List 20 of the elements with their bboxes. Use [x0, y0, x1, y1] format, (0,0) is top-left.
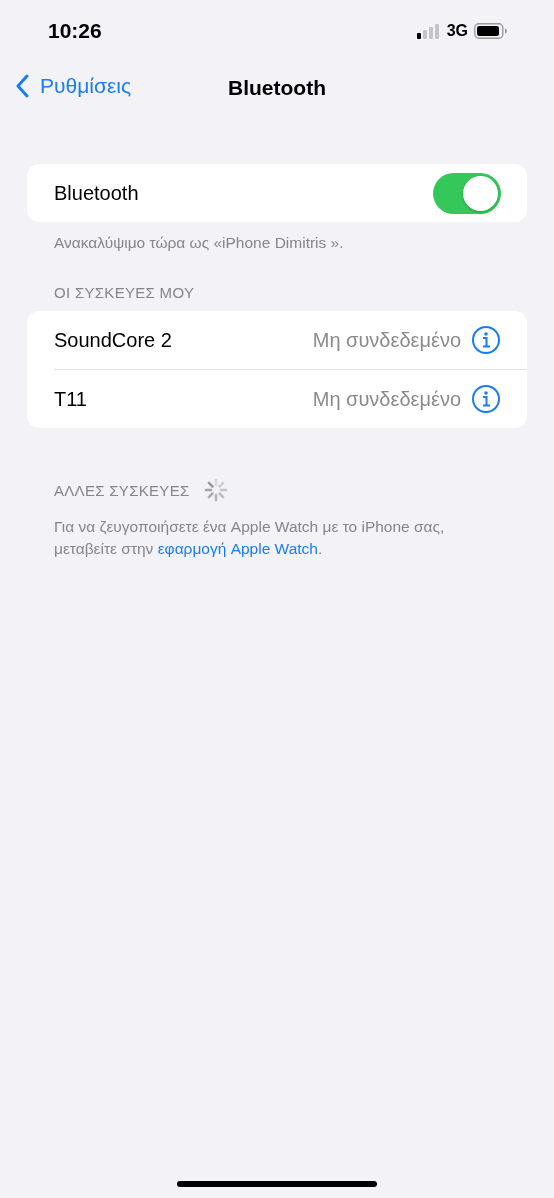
info-icon[interactable] [471, 325, 501, 355]
setting-label: Bluetooth [54, 181, 140, 205]
page-title: Bluetooth [228, 76, 326, 100]
info-icon[interactable] [471, 384, 501, 414]
section-header: ΑΛΛΕΣ ΣΥΣΚΕΥΕΣ [54, 481, 190, 499]
status-time: 10:26 [48, 19, 102, 43]
signal-icon [416, 23, 441, 39]
toggle-switch[interactable] [433, 172, 501, 214]
device-status: Μη συνδεδεμένο [312, 387, 461, 411]
chevron-icon [16, 74, 30, 98]
device-name: T11 [54, 387, 88, 411]
back-button[interactable]: Ρυθμίσεις [16, 74, 132, 98]
network-label: 3G [446, 22, 468, 40]
device-name: SoundCore 2 [54, 328, 173, 352]
battery-icon [474, 23, 508, 39]
section-header: ΟΙ ΣΥΣΚΕΥΕΣ ΜΟΥ [53, 283, 196, 303]
app-link[interactable]: εφαρμογή Apple Watch [157, 540, 318, 557]
device-status: Μη συνδεδεμένο [312, 328, 461, 352]
footer-text: Για να ζευγοποιήσετε ένα Apple Watch με το iPhone σας, μεταβείτε στην εφαρμογή Apple Watch. [53, 517, 446, 559]
footer-text: Ανακαλύψιμο τώρα ως «iPhone Dimitris ». [53, 233, 345, 253]
